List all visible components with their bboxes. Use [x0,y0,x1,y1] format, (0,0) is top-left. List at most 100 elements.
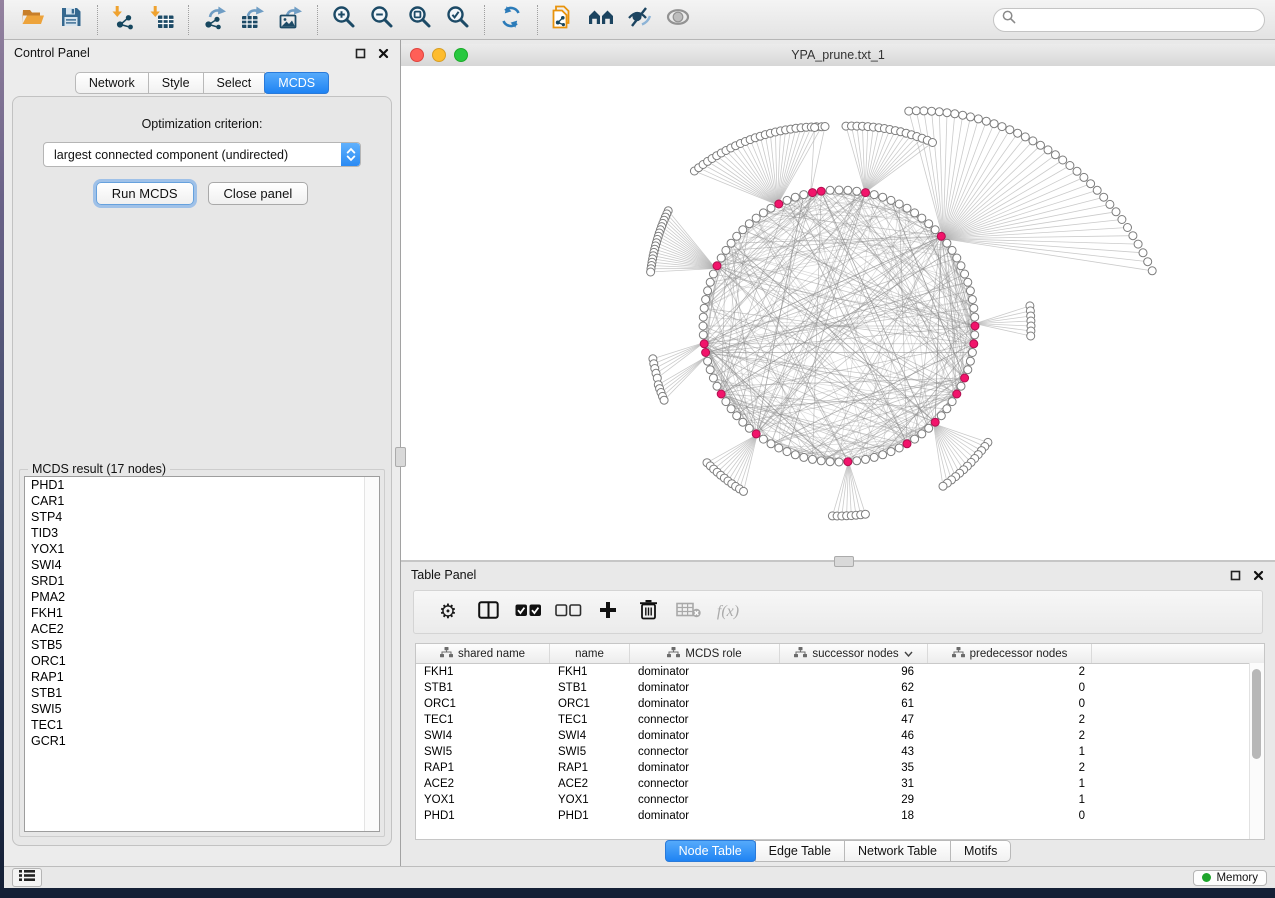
close-panel-icon[interactable] [377,47,390,60]
table-row[interactable]: FKH1FKH1dominator962 [416,664,1264,680]
task-history-button[interactable] [12,868,42,887]
column-header-name[interactable]: name [550,644,630,663]
refresh-icon [498,4,524,35]
mcds-result-list[interactable]: PHD1CAR1STP4TID3YOX1SWI4SRD1PMA2FKH1ACE2… [24,476,380,832]
table-scrollbar[interactable] [1249,663,1264,839]
network-overview-button[interactable] [583,3,621,37]
network-window-titlebar[interactable]: YPA_prune.txt_1 [401,44,1275,67]
table-row[interactable]: YOX1YOX1connector291 [416,792,1264,808]
run-mcds-button[interactable]: Run MCDS [96,182,194,205]
mcds-result-item[interactable]: SRD1 [25,573,379,589]
hierarchy-icon [952,647,965,661]
criterion-selected-value: largest connected component (undirected) [44,148,341,162]
toolbar-separator [537,5,538,35]
toolbar-separator [188,5,189,35]
export-image-button[interactable] [272,3,310,37]
table-toolbar: ⚙ f(x) [413,590,1263,634]
mcds-result-item[interactable]: YOX1 [25,541,379,557]
mcds-result-item[interactable]: ACE2 [25,621,379,637]
zoom-out-icon [369,4,395,35]
tab-select[interactable]: Select [203,72,266,94]
select-all-columns-button[interactable] [508,594,548,630]
close-panel-button[interactable]: Close panel [208,182,309,205]
table-row[interactable]: SWI4SWI4dominator462 [416,728,1264,744]
new-network-from-selection-button[interactable] [545,3,583,37]
export-table-button[interactable] [234,3,272,37]
mcds-list-scrollbar[interactable] [364,477,379,831]
tab-edge-table[interactable]: Edge Table [755,840,845,862]
list-icon [19,869,35,887]
float-panel-icon[interactable] [354,47,367,60]
tab-motifs[interactable]: Motifs [950,840,1011,862]
column-header-successor-nodes[interactable]: successor nodes [780,644,928,663]
table-panel-title: Table Panel [411,568,476,582]
zoom-out-button[interactable] [363,3,401,37]
table-row[interactable]: PHD1PHD1dominator180 [416,808,1264,824]
zoom-in-button[interactable] [325,3,363,37]
horizontal-splitter-grip[interactable] [834,556,854,567]
table-row[interactable]: STB1STB1dominator620 [416,680,1264,696]
table-row[interactable]: ACE2ACE2connector311 [416,776,1264,792]
mcds-result-item[interactable]: STB1 [25,685,379,701]
mcds-result-item[interactable]: STB5 [25,637,379,653]
table-body: FKH1FKH1dominator962STB1STB1dominator620… [416,664,1264,824]
mcds-result-item[interactable]: SWI4 [25,557,379,573]
mcds-result-item[interactable]: STP4 [25,509,379,525]
eye-slash-icon [625,4,655,35]
network-window-title: YPA_prune.txt_1 [401,48,1275,62]
tab-node-table[interactable]: Node Table [665,840,756,862]
mcds-result-item[interactable]: FKH1 [25,605,379,621]
zoom-selected-button[interactable] [439,3,477,37]
mcds-result-item[interactable]: SWI5 [25,701,379,717]
open-file-button[interactable] [14,3,52,37]
tab-network-table[interactable]: Network Table [844,840,951,862]
tab-style[interactable]: Style [148,72,204,94]
table-row[interactable]: TEC1TEC1connector472 [416,712,1264,728]
close-panel-icon[interactable] [1252,569,1265,582]
column-header-predecessor-nodes[interactable]: predecessor nodes [928,644,1092,663]
table-settings-button[interactable]: ⚙ [428,594,468,630]
mcds-result-item[interactable]: PHD1 [25,477,379,493]
control-panel-titlebar: Control Panel [4,40,400,66]
import-network-button[interactable] [105,3,143,37]
hide-graphics-details-button[interactable] [621,3,659,37]
export-image-icon [278,4,304,35]
show-graphics-details-button[interactable] [659,3,697,37]
delete-column-button[interactable] [628,594,668,630]
tab-network[interactable]: Network [75,72,149,94]
mcds-result-item[interactable]: ORC1 [25,653,379,669]
table-row[interactable]: ORC1ORC1dominator610 [416,696,1264,712]
save-session-button[interactable] [52,3,90,37]
table-scrollbar-thumb[interactable] [1252,669,1261,759]
mcds-result-item[interactable]: RAP1 [25,669,379,685]
table-row[interactable]: SWI5SWI5connector431 [416,744,1264,760]
float-panel-icon[interactable] [1229,569,1242,582]
function-builder-button: f(x) [708,594,748,630]
import-table-button[interactable] [143,3,181,37]
search-input[interactable] [1022,12,1256,28]
deselect-all-columns-button[interactable] [548,594,588,630]
network-canvas[interactable] [401,66,1275,560]
zoom-fit-button[interactable] [401,3,439,37]
mcds-result-item[interactable]: CAR1 [25,493,379,509]
optimization-criterion-select[interactable]: largest connected component (undirected) [43,142,361,167]
mcds-result-item[interactable]: TID3 [25,525,379,541]
toolbar-separator [317,5,318,35]
tab-mcds[interactable]: MCDS [264,72,329,94]
mcds-result-item[interactable]: GCR1 [25,733,379,749]
hierarchy-icon [440,647,453,661]
column-header-MCDS-role[interactable]: MCDS role [630,644,780,663]
network-window: YPA_prune.txt_1 [401,44,1275,560]
column-header-shared-name[interactable]: shared name [416,644,550,663]
add-column-button[interactable] [588,594,628,630]
memory-button[interactable]: Memory [1193,870,1267,886]
mcds-result-item[interactable]: PMA2 [25,589,379,605]
table-row[interactable]: RAP1RAP1dominator352 [416,760,1264,776]
vertical-splitter-grip[interactable] [395,447,406,467]
refresh-view-button[interactable] [492,3,530,37]
toggle-column-view-button[interactable] [468,594,508,630]
mcds-result-item[interactable]: TEC1 [25,717,379,733]
hierarchy-icon [794,647,807,661]
zoom-selected-icon [445,4,471,35]
export-network-button[interactable] [196,3,234,37]
